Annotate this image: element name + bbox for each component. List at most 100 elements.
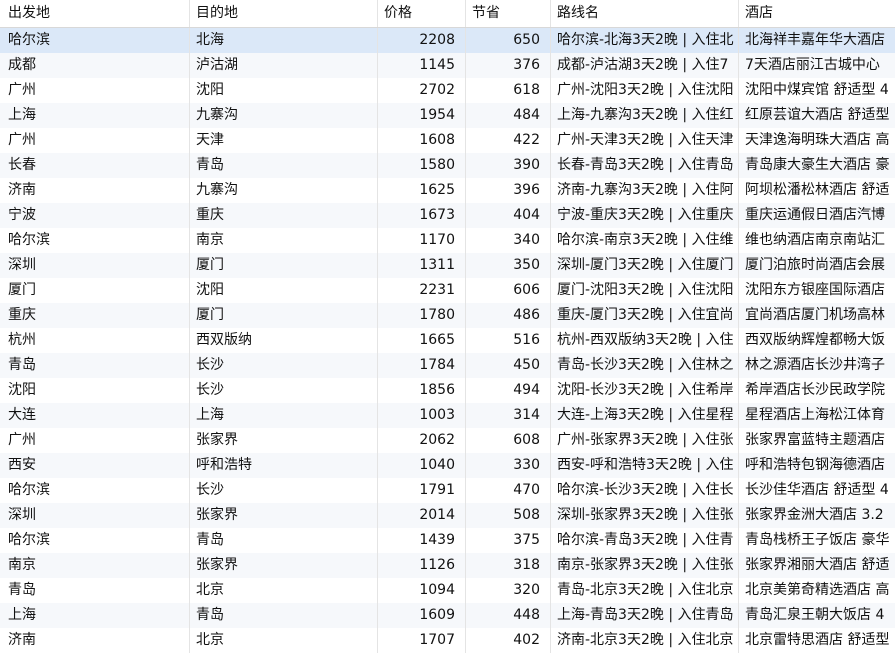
cell-hotel[interactable]: 青岛汇泉王朝大饭店 4 [739,603,895,628]
cell-to[interactable]: 沈阳 [190,278,378,303]
cell-to[interactable]: 沈阳 [190,78,378,103]
cell-save[interactable]: 402 [466,628,551,653]
cell-price[interactable]: 1145 [378,53,466,78]
cell-save[interactable]: 314 [466,403,551,428]
cell-route[interactable]: 厦门-沈阳3天2晚 | 入住沈阳 [551,278,739,303]
cell-to[interactable]: 厦门 [190,303,378,328]
cell-from[interactable]: 厦门 [0,278,190,303]
cell-from[interactable]: 宁波 [0,203,190,228]
cell-price[interactable]: 2231 [378,278,466,303]
cell-hotel[interactable]: 张家界湘丽大酒店 舒适 [739,553,895,578]
cell-from[interactable]: 大连 [0,403,190,428]
cell-price[interactable]: 1608 [378,128,466,153]
cell-route[interactable]: 西安-呼和浩特3天2晚 | 入住 [551,453,739,478]
cell-route[interactable]: 深圳-厦门3天2晚 | 入住厦门 [551,253,739,278]
cell-from[interactable]: 青岛 [0,353,190,378]
cell-price[interactable]: 1673 [378,203,466,228]
table-row[interactable]: 青岛 北京 1094 320 青岛-北京3天2晚 | 入住北京 北京美第奇精选酒店 高 [0,578,895,603]
cell-price[interactable]: 1665 [378,328,466,353]
cell-save[interactable]: 450 [466,353,551,378]
cell-from[interactable]: 哈尔滨 [0,528,190,553]
cell-price[interactable]: 2014 [378,503,466,528]
cell-hotel[interactable]: 重庆运通假日酒店汽博 [739,203,895,228]
table-row[interactable]: 长春 青岛 1580 390 长春-青岛3天2晚 | 入住青岛 青岛康大豪生大酒店 豪 [0,153,895,178]
cell-price[interactable]: 1780 [378,303,466,328]
cell-price[interactable]: 1439 [378,528,466,553]
table-row[interactable]: 西安 呼和浩特 1040 330 西安-呼和浩特3天2晚 | 入住 呼和浩特包钢海德酒店 [0,453,895,478]
cell-to[interactable]: 青岛 [190,528,378,553]
cell-hotel[interactable]: 宜尚酒店厦门机场高林 [739,303,895,328]
cell-hotel[interactable]: 希岸酒店长沙民政学院 [739,378,895,403]
cell-save[interactable]: 396 [466,178,551,203]
cell-route[interactable]: 上海-九寨沟3天2晚 | 入住红 [551,103,739,128]
table-row[interactable]: 济南 九寨沟 1625 396 济南-九寨沟3天2晚 | 入住阿 阿坝松潘松林酒店 舒适 [0,178,895,203]
cell-price[interactable]: 2702 [378,78,466,103]
cell-route[interactable]: 长春-青岛3天2晚 | 入住青岛 [551,153,739,178]
column-header-from[interactable]: 出发地 [0,0,190,27]
table-row[interactable]: 深圳 厦门 1311 350 深圳-厦门3天2晚 | 入住厦门 厦门泊旅时尚酒店会展 [0,253,895,278]
cell-hotel[interactable]: 沈阳中煤宾馆 舒适型 4 [739,78,895,103]
cell-route[interactable]: 大连-上海3天2晚 | 入住星程 [551,403,739,428]
cell-from[interactable]: 济南 [0,178,190,203]
cell-price[interactable]: 1094 [378,578,466,603]
cell-from[interactable]: 重庆 [0,303,190,328]
cell-from[interactable]: 哈尔滨 [0,478,190,503]
table-row[interactable]: 大连 上海 1003 314 大连-上海3天2晚 | 入住星程 星程酒店上海松江体育 [0,403,895,428]
table-row[interactable]: 青岛 长沙 1784 450 青岛-长沙3天2晚 | 入住林之 林之源酒店长沙井湾子 [0,353,895,378]
cell-save[interactable]: 448 [466,603,551,628]
cell-hotel[interactable]: 维也纳酒店南京南站汇 [739,228,895,253]
cell-route[interactable]: 哈尔滨-青岛3天2晚 | 入住青 [551,528,739,553]
cell-save[interactable]: 340 [466,228,551,253]
cell-route[interactable]: 杭州-西双版纳3天2晚 | 入住 [551,328,739,353]
column-header-route[interactable]: 路线名 [551,0,739,27]
cell-save[interactable]: 494 [466,378,551,403]
cell-price[interactable]: 1580 [378,153,466,178]
table-row[interactable]: 重庆 厦门 1780 486 重庆-厦门3天2晚 | 入住宜尚 宜尚酒店厦门机场高林 [0,303,895,328]
cell-from[interactable]: 济南 [0,628,190,653]
table-row[interactable]: 厦门 沈阳 2231 606 厦门-沈阳3天2晚 | 入住沈阳 沈阳东方银座国际酒店 [0,278,895,303]
cell-price[interactable]: 1311 [378,253,466,278]
cell-save[interactable]: 320 [466,578,551,603]
cell-hotel[interactable]: 厦门泊旅时尚酒店会展 [739,253,895,278]
cell-to[interactable]: 张家界 [190,428,378,453]
cell-save[interactable]: 618 [466,78,551,103]
cell-save[interactable]: 330 [466,453,551,478]
cell-hotel[interactable]: 北京美第奇精选酒店 高 [739,578,895,603]
cell-price[interactable]: 1040 [378,453,466,478]
table-row[interactable]: 哈尔滨 北海 2208 650 哈尔滨-北海3天2晚 | 入住北 北海祥丰嘉年华大酒店 [0,28,895,53]
cell-hotel[interactable]: 7天酒店丽江古城中心 [739,53,895,78]
cell-hotel[interactable]: 青岛栈桥王子饭店 豪华 [739,528,895,553]
column-header-save[interactable]: 节省 [466,0,551,27]
cell-route[interactable]: 济南-九寨沟3天2晚 | 入住阿 [551,178,739,203]
table-row[interactable]: 济南 北京 1707 402 济南-北京3天2晚 | 入住北京 北京雷特思酒店 舒适型 [0,628,895,653]
cell-to[interactable]: 张家界 [190,553,378,578]
table-row[interactable]: 广州 天津 1608 422 广州-天津3天2晚 | 入住天津 天津逸海明珠大酒店 高 [0,128,895,153]
table-row[interactable]: 上海 青岛 1609 448 上海-青岛3天2晚 | 入住青岛 青岛汇泉王朝大饭店 4 [0,603,895,628]
cell-price[interactable]: 1784 [378,353,466,378]
cell-from[interactable]: 沈阳 [0,378,190,403]
cell-to[interactable]: 北京 [190,628,378,653]
cell-from[interactable]: 哈尔滨 [0,28,190,53]
cell-to[interactable]: 长沙 [190,478,378,503]
cell-to[interactable]: 厦门 [190,253,378,278]
cell-hotel[interactable]: 北海祥丰嘉年华大酒店 [739,28,895,53]
table-row[interactable]: 广州 沈阳 2702 618 广州-沈阳3天2晚 | 入住沈阳 沈阳中煤宾馆 舒适型 4 [0,78,895,103]
cell-price[interactable]: 1707 [378,628,466,653]
cell-route[interactable]: 哈尔滨-长沙3天2晚 | 入住长 [551,478,739,503]
cell-route[interactable]: 广州-张家界3天2晚 | 入住张 [551,428,739,453]
table-row[interactable]: 宁波 重庆 1673 404 宁波-重庆3天2晚 | 入住重庆 重庆运通假日酒店汽博 [0,203,895,228]
cell-price[interactable]: 1609 [378,603,466,628]
cell-save[interactable]: 375 [466,528,551,553]
cell-hotel[interactable]: 张家界富蓝特主题酒店 [739,428,895,453]
cell-to[interactable]: 青岛 [190,603,378,628]
column-header-to[interactable]: 目的地 [190,0,378,27]
cell-price[interactable]: 1170 [378,228,466,253]
cell-to[interactable]: 长沙 [190,378,378,403]
cell-from[interactable]: 南京 [0,553,190,578]
cell-save[interactable]: 390 [466,153,551,178]
cell-price[interactable]: 1791 [378,478,466,503]
cell-to[interactable]: 北海 [190,28,378,53]
cell-to[interactable]: 泸沽湖 [190,53,378,78]
table-row[interactable]: 深圳 张家界 2014 508 深圳-张家界3天2晚 | 入住张 张家界金洲大酒店 3.2 [0,503,895,528]
cell-from[interactable]: 广州 [0,78,190,103]
